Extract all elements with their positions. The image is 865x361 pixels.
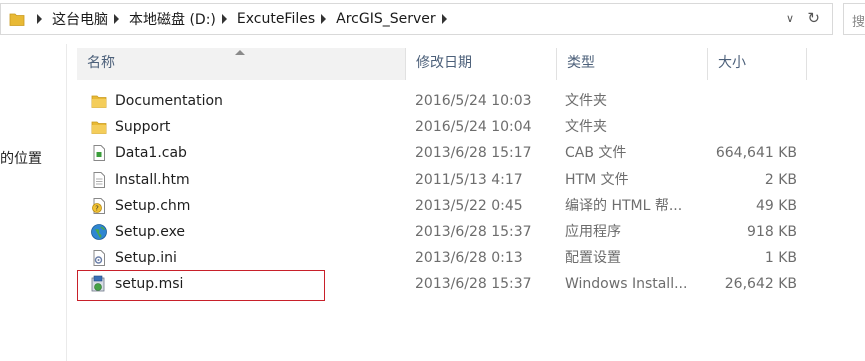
file-size: 49 KB bbox=[755, 197, 797, 214]
breadcrumb-chevron-icon[interactable] bbox=[321, 14, 327, 24]
file-date: 2013/6/28 15:17 bbox=[415, 145, 532, 162]
file-name: Documentation bbox=[115, 93, 223, 109]
file-row[interactable]: Install.htm 2011/5/13 4:17 HTM 文件 2 KB bbox=[77, 167, 807, 193]
file-type: CAB 文件 bbox=[565, 145, 627, 162]
file-type: 应用程序 bbox=[565, 223, 621, 240]
file-row[interactable]: Setup.exe 2013/6/28 15:37 应用程序 918 KB bbox=[77, 219, 807, 245]
search-input[interactable]: 搜 bbox=[843, 3, 865, 35]
column-header-date[interactable]: 修改日期 bbox=[405, 48, 556, 80]
file-type: 配置设置 bbox=[565, 250, 621, 267]
breadcrumb: 这台电脑 本地磁盘 (D:) ExcuteFiles ArcGIS_Server bbox=[31, 4, 457, 34]
file-name: Setup.ini bbox=[115, 250, 177, 267]
file-size: 1 KB bbox=[764, 250, 797, 267]
folder-icon bbox=[91, 95, 107, 108]
sort-ascending-icon bbox=[235, 50, 245, 55]
nav-item-location[interactable]: 的位置 bbox=[0, 148, 42, 168]
column-header-size[interactable]: 大小 bbox=[707, 48, 807, 80]
breadcrumb-arcgis-server[interactable]: ArcGIS_Server bbox=[336, 11, 436, 27]
file-size: 2 KB bbox=[764, 171, 797, 188]
file-row[interactable]: ? Setup.chm 2013/5/22 0:45 编译的 HTML 帮...… bbox=[77, 193, 807, 219]
file-date: 2013/6/28 15:37 bbox=[415, 223, 532, 240]
file-list: Documentation 2016/5/24 10:03 文件夹 Suppor… bbox=[77, 88, 807, 298]
file-name: Data1.cab bbox=[115, 145, 187, 162]
column-header-row: 名称 修改日期 类型 大小 bbox=[77, 48, 807, 80]
file-size: 664,641 KB bbox=[715, 145, 797, 162]
file-row[interactable]: Setup.ini 2013/6/28 0:13 配置设置 1 KB bbox=[77, 245, 807, 271]
folder-icon bbox=[91, 121, 107, 135]
folder-icon bbox=[9, 13, 25, 26]
breadcrumb-chevron-icon[interactable] bbox=[221, 14, 227, 24]
nav-pane-divider[interactable] bbox=[66, 44, 67, 361]
file-name: Setup.chm bbox=[115, 197, 191, 214]
file-name: Setup.exe bbox=[115, 223, 186, 240]
file-type: 文件夹 bbox=[565, 93, 607, 109]
cab-file-icon bbox=[93, 145, 105, 162]
breadcrumb-chevron-icon[interactable] bbox=[441, 14, 447, 24]
file-name: Support bbox=[115, 119, 171, 136]
breadcrumb-excutefiles[interactable]: ExcuteFiles bbox=[237, 11, 315, 27]
file-type: Windows Install... bbox=[565, 276, 688, 293]
address-bar[interactable]: 这台电脑 本地磁盘 (D:) ExcuteFiles ArcGIS_Server… bbox=[0, 3, 833, 35]
file-row[interactable]: Data1.cab 2013/6/28 15:17 CAB 文件 664,641… bbox=[77, 140, 807, 166]
breadcrumb-this-pc[interactable]: 这台电脑 bbox=[52, 9, 108, 29]
svg-text:?: ? bbox=[95, 204, 99, 212]
html-file-icon bbox=[93, 171, 105, 188]
search-placeholder: 搜 bbox=[852, 15, 865, 30]
file-date: 2013/6/28 0:13 bbox=[415, 250, 523, 267]
file-name: Install.htm bbox=[115, 171, 190, 188]
ini-file-icon bbox=[93, 250, 105, 267]
file-size: 26,642 KB bbox=[724, 276, 797, 293]
file-date: 2011/5/13 4:17 bbox=[415, 171, 523, 188]
file-type: HTM 文件 bbox=[565, 171, 629, 188]
help-file-icon: ? bbox=[92, 197, 105, 214]
refresh-icon[interactable]: ↻ bbox=[807, 9, 820, 27]
file-size: 918 KB bbox=[747, 223, 797, 240]
column-header-name[interactable]: 名称 bbox=[77, 48, 405, 80]
column-header-type[interactable]: 类型 bbox=[556, 48, 707, 80]
file-date: 2016/5/24 10:04 bbox=[415, 119, 532, 136]
highlight-box bbox=[77, 270, 325, 301]
exe-globe-icon bbox=[91, 224, 107, 240]
file-row[interactable]: Support 2016/5/24 10:04 文件夹 bbox=[77, 114, 807, 140]
column-header-name-label: 名称 bbox=[87, 55, 115, 71]
file-date: 2013/5/22 0:45 bbox=[415, 197, 523, 214]
file-row[interactable]: Documentation 2016/5/24 10:03 文件夹 bbox=[77, 88, 807, 114]
breadcrumb-chevron-icon[interactable] bbox=[114, 14, 119, 24]
file-date: 2013/6/28 15:37 bbox=[415, 276, 532, 293]
breadcrumb-chevron-icon[interactable] bbox=[37, 14, 42, 24]
file-date: 2016/5/24 10:03 bbox=[415, 93, 532, 109]
breadcrumb-local-disk[interactable]: 本地磁盘 (D:) bbox=[129, 9, 216, 29]
file-type: 编译的 HTML 帮... bbox=[565, 197, 683, 214]
address-dropdown-icon[interactable]: ∨ bbox=[786, 12, 794, 25]
file-type: 文件夹 bbox=[565, 119, 607, 136]
